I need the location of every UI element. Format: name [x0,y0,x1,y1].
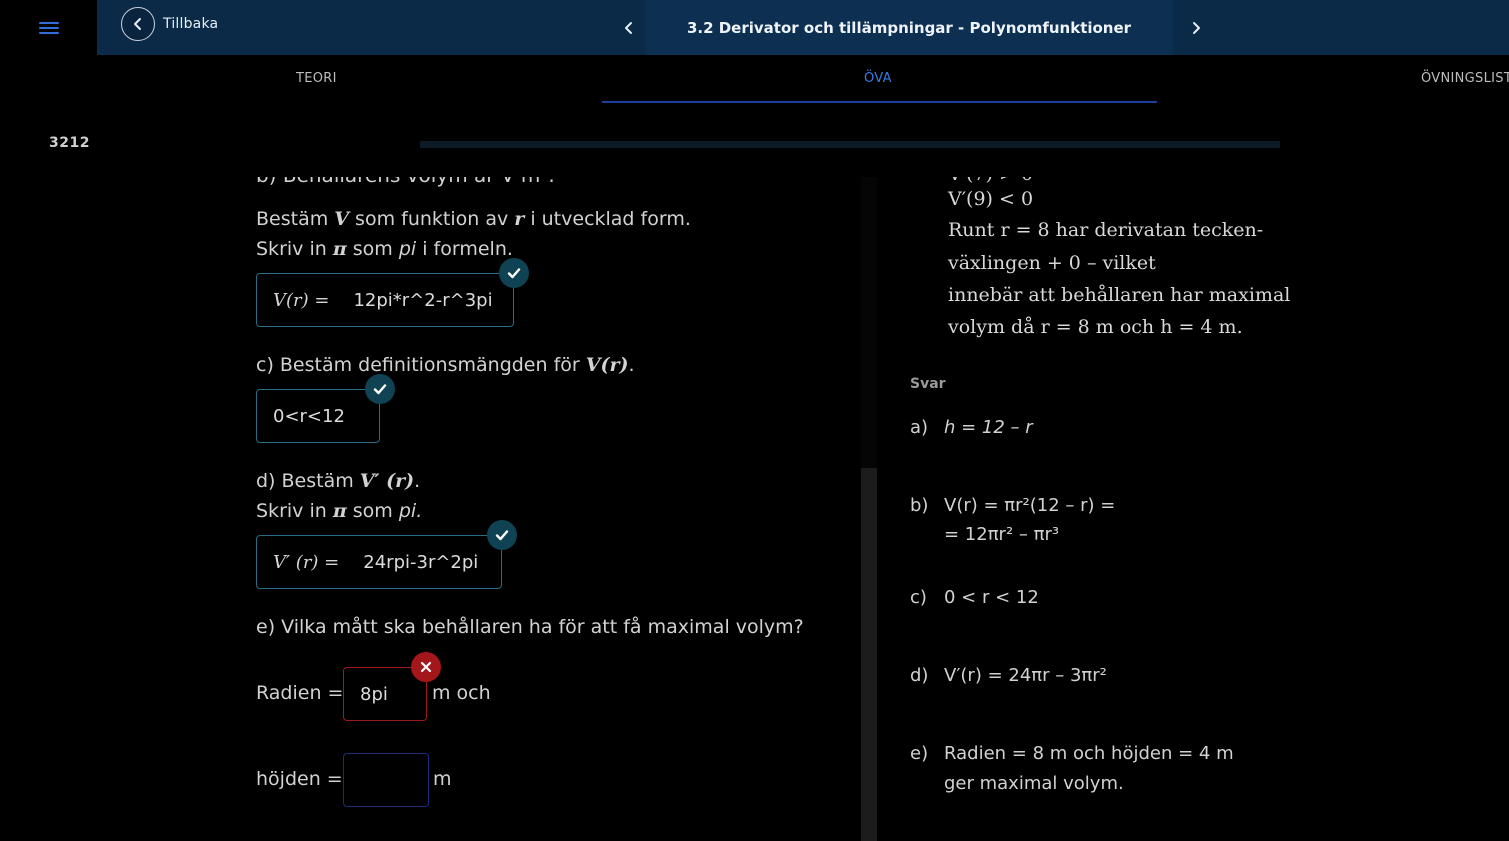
solution-line: volym då r = 8 m och h = 4 m. [948,316,1243,338]
tab-teori[interactable]: TEORI [296,71,337,86]
answers-heading: Svar [910,376,946,392]
correct-check-icon [499,258,529,288]
answer-key: d) [910,665,929,686]
math-vprime: V′ (r) [359,470,415,492]
tab-bar: TEORI ÖVA ÖVNINGSLISTA [0,55,1509,103]
solution-line: växlingen + 0 – vilket [948,252,1156,274]
next-section-button[interactable] [1173,0,1219,55]
math-r: r [514,208,525,230]
progress-bar [420,141,1280,148]
wrong-cross-icon [411,652,441,682]
math-vr: V(r) [585,354,629,376]
exercise-d-hint: Skriv in π som pi. [256,500,422,522]
answer-b-field[interactable]: V(r) = 12pi*r^2-r^3pi [256,273,514,327]
answer-d: d) V′(r) = 24πr – 3πr² [910,665,1107,686]
height-label: höjden = [256,768,343,790]
answer-e: e) Radien = 8 m och höjden = 4 m [910,743,1234,764]
radius-unit: m och [432,682,491,704]
answer-b-value: 12pi*r^2-r^3pi [353,289,493,311]
back-label: Tillbaka [163,16,219,32]
tab-ova[interactable]: ÖVA [864,71,892,86]
answer-c-field[interactable]: 0<r<12 [256,389,380,443]
solution-line: Runt r = 8 har derivatan tecken- [948,219,1264,241]
correct-check-icon [487,520,517,550]
exercise-c-instruction: c) Bestäm definitionsmängden för V(r). [256,354,635,376]
math-v: V [334,208,350,230]
answer-d-value: 24rpi-3r^2pi [363,551,479,573]
active-tab-indicator [602,101,1157,103]
text-pi-word: pi. [398,500,423,522]
answer-b: b) V(r) = πr²(12 – r) = [910,495,1115,516]
height-input[interactable] [343,753,429,807]
exercise-panel: b) Behållarens volym är V m³. Bestäm V s… [0,177,860,841]
chevron-right-icon [1193,21,1200,34]
tab-ovningslista[interactable]: ÖVNINGSLISTA [1421,71,1509,86]
math-pi: π [332,238,347,260]
answer-e-continued: ger maximal volym. [944,773,1124,794]
solution-panel: V′(7) > 0 V′(9) < 0 Runt r = 8 har deriv… [878,177,1298,841]
exercise-b-instruction: Bestäm V som funktion av r i utvecklad f… [256,208,691,230]
exercise-number: 3212 [49,135,90,151]
answer-a: a) h = 12 – r [910,417,1033,438]
text-fragment: Bestäm [256,208,335,230]
scrollbar-thumb[interactable] [861,468,877,841]
answer-c: c) 0 < r < 12 [910,587,1039,608]
text-fragment: i utvecklad form. [524,208,691,230]
text-fragment: som [346,238,399,260]
answer-d-label: V′ (r) = [273,551,340,573]
text-fragment: . [414,470,421,492]
text-fragment: i formeln. [416,238,513,260]
answer-text: V′(r) = 24πr – 3πr² [944,665,1107,686]
answer-text: V(r) = πr²(12 – r) = [944,495,1116,516]
text-fragment: d) Bestäm [256,470,360,492]
exercise-b-hint: Skriv in π som pi i formeln. [256,238,513,260]
text-fragment: Skriv in [256,238,333,260]
previous-section-button[interactable] [613,0,645,55]
text-fragment: . [628,354,635,376]
answer-key: a) [910,417,929,438]
section-title-bar: 3.2 Derivator och tillämpningar - Polyno… [645,0,1173,55]
exercise-b-intro: b) Behållarens volym är V m³. [256,177,555,187]
section-title: 3.2 Derivator och tillämpningar - Polyno… [686,18,1132,37]
radius-label: Radien = [256,682,344,704]
text-fragment: c) Bestäm definitionsmängden för [256,354,586,376]
text-fragment: som [346,500,399,522]
exercise-e-instruction: e) Vilka mått ska behållaren ha för att … [256,616,804,638]
answer-b-label: V(r) = [273,289,330,311]
solution-line: V′(9) < 0 [948,188,1034,210]
exercise-d-instruction: d) Bestäm V′ (r). [256,470,420,492]
chevron-left-icon [625,21,632,34]
hamburger-icon [38,19,59,37]
math-pi: π [332,500,347,522]
answer-text: h = 12 – r [944,417,1033,438]
text-fragment: Skriv in [256,500,333,522]
answer-key: e) [910,743,929,764]
answer-b-continued: = 12πr² – πr³ [944,524,1060,545]
back-button[interactable]: Tillbaka [121,7,218,41]
answer-key: b) [910,495,929,516]
answer-text: Radien = 8 m och höjden = 4 m [944,743,1234,764]
menu-button[interactable] [0,0,97,55]
solution-line: innebär att behållaren har maximal [948,284,1291,306]
chevron-left-icon [121,7,155,41]
answer-key: c) [910,587,927,608]
text-fragment: som funktion av [349,208,515,230]
answer-text: 0 < r < 12 [944,587,1039,608]
radius-value: 8pi [360,683,388,705]
text-pi-word: pi [398,238,417,260]
answer-c-value: 0<r<12 [273,405,345,427]
height-unit: m [433,768,452,790]
correct-check-icon [365,374,395,404]
solution-cut-line: V′(7) > 0 [948,177,1033,185]
answer-d-field[interactable]: V′ (r) = 24rpi-3r^2pi [256,535,502,589]
top-bar: Tillbaka 3.2 Derivator och tillämpningar… [97,0,1509,55]
